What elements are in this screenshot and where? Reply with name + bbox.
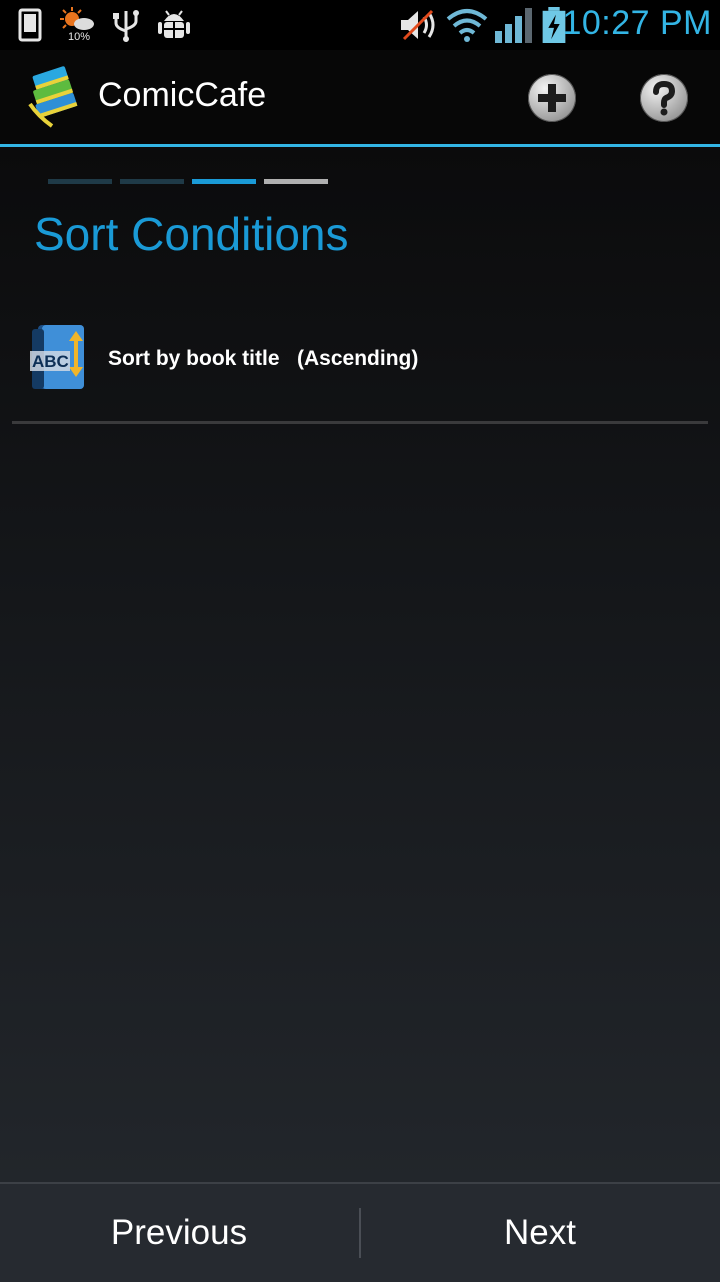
- status-time: 10:27 PM: [562, 4, 712, 42]
- add-button[interactable]: [528, 74, 576, 122]
- sort-condition-label: Sort by book title (Ascending): [108, 347, 419, 370]
- action-bar: ComicCafe: [0, 50, 720, 147]
- wifi-icon: [446, 9, 488, 42]
- abc-sort-icon: ABC: [30, 325, 84, 389]
- svg-text:ABC: ABC: [32, 352, 69, 371]
- wizard-step-indicator: [264, 179, 328, 184]
- question-icon: [653, 80, 676, 116]
- sort-condition-item[interactable]: ABC Sort by book title (Ascending): [12, 313, 708, 421]
- plus-icon: [538, 84, 566, 112]
- usb-icon: [113, 10, 139, 42]
- signal-icon: [495, 8, 532, 43]
- bottom-button-bar: Previous Next: [0, 1182, 720, 1282]
- previous-button[interactable]: Previous: [0, 1184, 358, 1282]
- status-bar: 10% 10:27 PM: [0, 0, 720, 50]
- weather-badge: 10%: [68, 31, 90, 43]
- wizard-step-indicator: [120, 179, 184, 184]
- app-title: ComicCafe: [98, 76, 267, 114]
- comiccafe-books-icon[interactable]: [24, 64, 88, 130]
- android-debug-icon: [158, 10, 190, 38]
- weather-icon: 10%: [60, 7, 94, 43]
- wizard-content: Sort Conditions ABC Sort by book title (…: [0, 147, 720, 1182]
- next-button[interactable]: Next: [361, 1184, 719, 1282]
- list-divider: [12, 421, 708, 424]
- section-title: Sort Conditions: [34, 208, 349, 260]
- phone-icon: [18, 8, 42, 42]
- mute-icon: [401, 9, 435, 41]
- wizard-step-indicator: [48, 179, 112, 184]
- wizard-step-indicator-current: [192, 179, 256, 184]
- help-button[interactable]: [640, 74, 688, 122]
